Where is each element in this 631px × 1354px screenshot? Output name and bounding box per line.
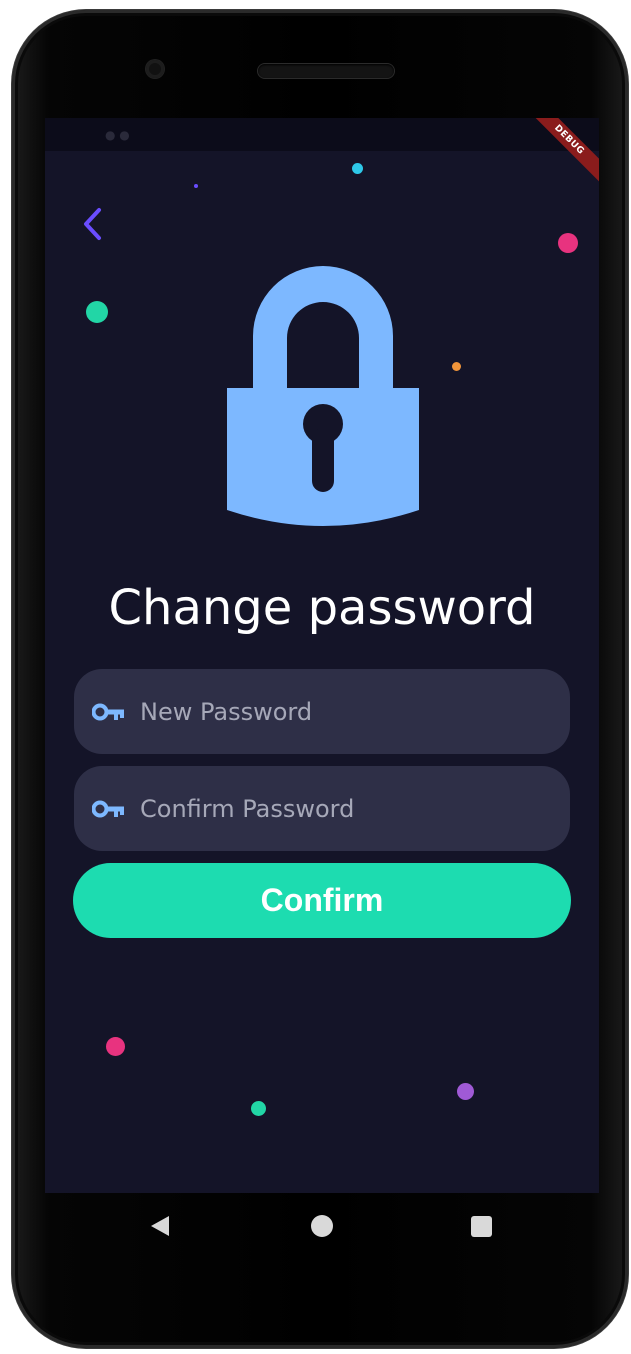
triangle-back-icon[interactable] [149, 1215, 171, 1237]
app-screen: ● ● DEBUG Change password Confirm [45, 118, 599, 1193]
confetti-dot [457, 1083, 474, 1100]
android-nav-bar [45, 1193, 599, 1261]
status-icons: ● ● [105, 128, 130, 142]
confetti-dot [452, 362, 461, 371]
confetti-dot [558, 233, 578, 253]
circle-home-icon[interactable] [311, 1215, 333, 1237]
confetti-dot [86, 301, 108, 323]
confetti-dot [251, 1101, 266, 1116]
earpiece-speaker [258, 64, 394, 78]
confetti-dot [352, 163, 363, 174]
key-icon [92, 800, 124, 818]
lock-icon [227, 266, 419, 526]
confirm-password-input[interactable] [140, 766, 550, 851]
front-camera [146, 60, 164, 78]
confetti-dot [194, 184, 198, 188]
new-password-input[interactable] [140, 669, 550, 754]
confetti-dot [106, 1037, 125, 1056]
square-recents-icon[interactable] [471, 1216, 492, 1237]
confirm-password-field[interactable] [74, 766, 570, 851]
page: ● ● DEBUG Change password Confirm [0, 0, 631, 1354]
new-password-field[interactable] [74, 669, 570, 754]
back-button[interactable] [79, 206, 105, 242]
page-title: Change password [108, 580, 536, 636]
confirm-button[interactable]: Confirm [73, 863, 571, 938]
chevron-left-icon [84, 208, 101, 240]
key-icon [92, 703, 124, 721]
status-bar: ● ● [45, 118, 599, 151]
lock-illustration [223, 256, 423, 528]
